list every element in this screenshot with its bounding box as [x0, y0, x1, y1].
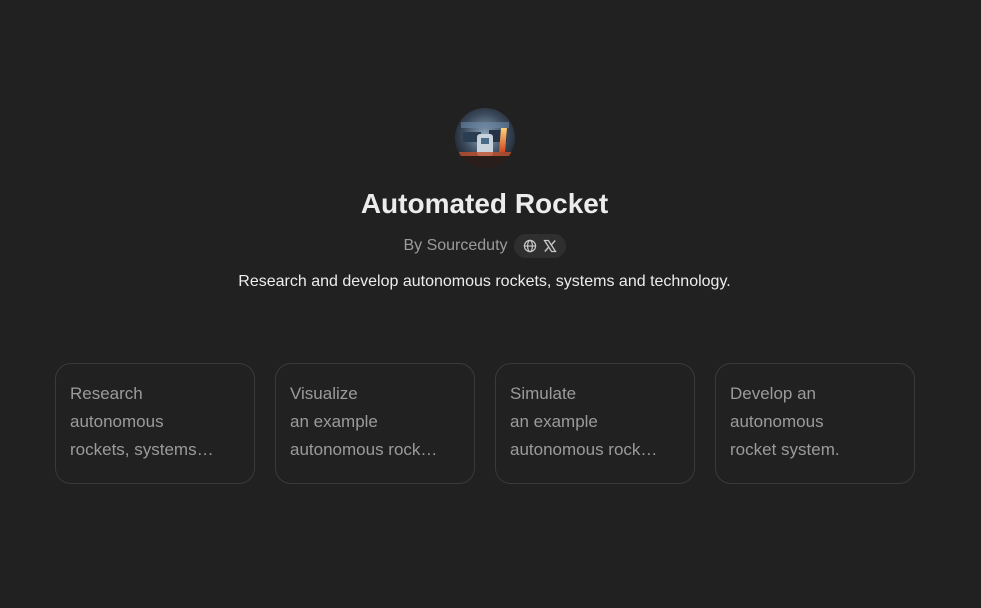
starter-text: Simulate	[510, 384, 577, 403]
gpt-avatar	[455, 108, 515, 168]
starter-card-develop[interactable]: Develop an autonomous rocket system.	[715, 363, 915, 484]
globe-icon[interactable]	[523, 239, 537, 253]
starter-text: rocket system.	[730, 440, 840, 459]
starter-text: Visualize	[290, 384, 358, 403]
starter-card-research[interactable]: Research autonomous rockets, systems…	[55, 363, 255, 484]
gpt-description: Research and develop autonomous rockets,…	[238, 273, 731, 290]
starter-text: an example	[510, 412, 598, 431]
starter-text: autonomous	[730, 412, 824, 431]
starter-text: autonomous rock…	[290, 440, 438, 459]
starter-text: Research	[70, 384, 143, 403]
conversation-starters: Research autonomous rockets, systems… Vi…	[55, 363, 915, 484]
gpt-title: Automated Rocket	[360, 188, 609, 219]
starter-text: autonomous	[70, 412, 164, 431]
author-links	[513, 234, 566, 258]
starter-card-visualize[interactable]: Visualize an example autonomous rock…	[275, 363, 475, 484]
starter-text: Develop an	[730, 384, 817, 403]
starter-card-simulate[interactable]: Simulate an example autonomous rock…	[495, 363, 695, 484]
starter-text: autonomous rock…	[510, 440, 658, 459]
x-logo-icon[interactable]	[542, 239, 557, 253]
starter-text: an example	[290, 412, 378, 431]
gpt-landing: Automated Rocket By Sourceduty Research …	[0, 0, 981, 608]
starter-text: rockets, systems…	[70, 440, 214, 459]
author-name: By Sourceduty	[403, 237, 508, 254]
byline: By Sourceduty	[0, 234, 969, 258]
